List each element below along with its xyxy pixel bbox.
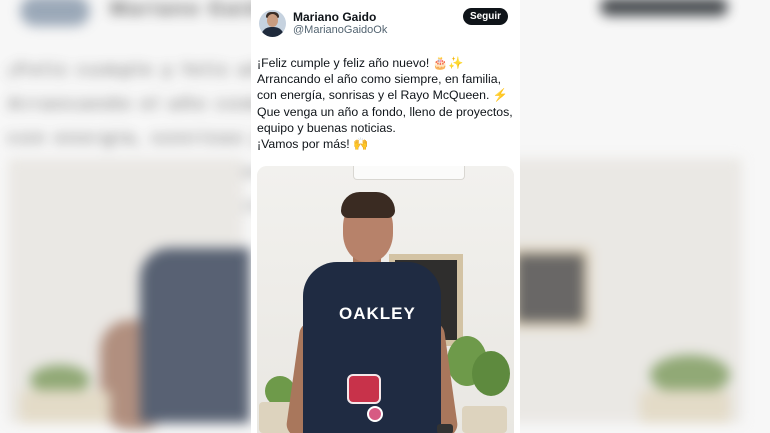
cake-topper [347, 374, 381, 404]
cake-topper-round [367, 406, 383, 422]
shirt-logo-text: OAKLEY [339, 304, 416, 323]
tweet-photo[interactable]: OAKLEY [257, 166, 514, 433]
avatar-face [267, 14, 278, 27]
bg-pot [20, 390, 110, 423]
display-name[interactable]: Mariano Gaido [293, 10, 376, 24]
tweet-text: ¡Feliz cumple y feliz año nuevo! 🎂✨ Arra… [257, 55, 515, 152]
bg-frame-inner [516, 254, 584, 322]
plant [472, 351, 510, 396]
bg-pot [640, 390, 730, 423]
tweet-line: Que venga un año a fondo, lleno de proye… [257, 104, 513, 119]
bg-plant [650, 355, 730, 395]
tweet-line: con energía, sonrisas y el Rayo McQueen.… [257, 88, 509, 103]
avatar[interactable] [259, 10, 286, 37]
tweet-line: ¡Vamos por más! 🙌 [257, 137, 369, 152]
bg-avatar [20, 0, 90, 26]
bg-follow-button [600, 0, 728, 16]
follow-button[interactable]: Seguir [463, 8, 508, 25]
tweet-line: equipo y buenas noticias. [257, 120, 396, 135]
bg-shirt [140, 248, 250, 423]
tweet-line: Arrancando el año como siempre, en famil… [257, 72, 502, 87]
person-hair [341, 192, 395, 218]
wristwatch [437, 424, 453, 433]
tweet-card: Mariano Gaido @MarianoGaidoOk Seguir ¡Fe… [251, 0, 520, 433]
user-handle[interactable]: @MarianoGaidoOk [293, 24, 387, 36]
plant-pot [462, 406, 507, 433]
tweet-line: ¡Feliz cumple y feliz año nuevo! 🎂✨ [257, 56, 464, 70]
air-conditioner [353, 166, 465, 180]
avatar-suit [261, 27, 284, 37]
